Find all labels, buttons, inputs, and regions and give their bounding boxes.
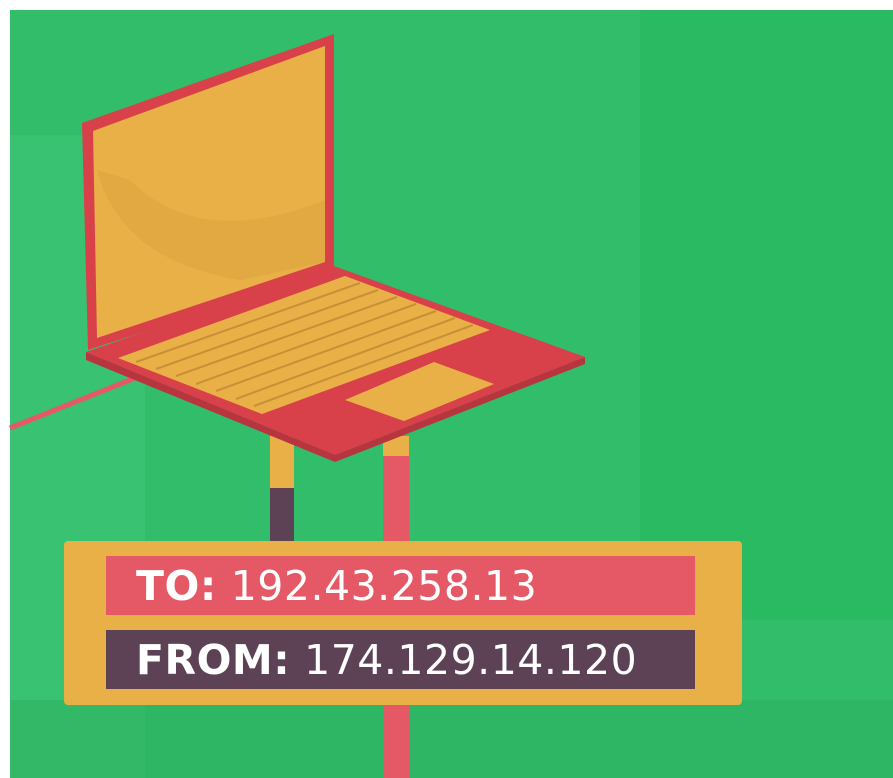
from-address-row: FROM: 174.129.14.120 (106, 630, 695, 689)
to-address-row: TO: 192.43.258.13 (106, 556, 695, 615)
cable-yellow-segment (270, 436, 294, 490)
packet-header: TO: 192.43.258.13 FROM: 174.129.14.120 (64, 541, 742, 705)
network-packet-illustration: TO: 192.43.258.13 FROM: 174.129.14.120 (0, 0, 893, 778)
left-white-strip (0, 0, 10, 778)
from-address: 174.129.14.120 (304, 635, 638, 684)
bottom-panel (10, 700, 893, 778)
right-dark-panel (640, 10, 893, 620)
from-label: FROM: (136, 635, 291, 684)
to-label: TO: (136, 561, 217, 610)
top-white-strip (0, 0, 893, 10)
cable-purple-segment (270, 488, 294, 548)
to-address: 192.43.258.13 (230, 561, 538, 610)
